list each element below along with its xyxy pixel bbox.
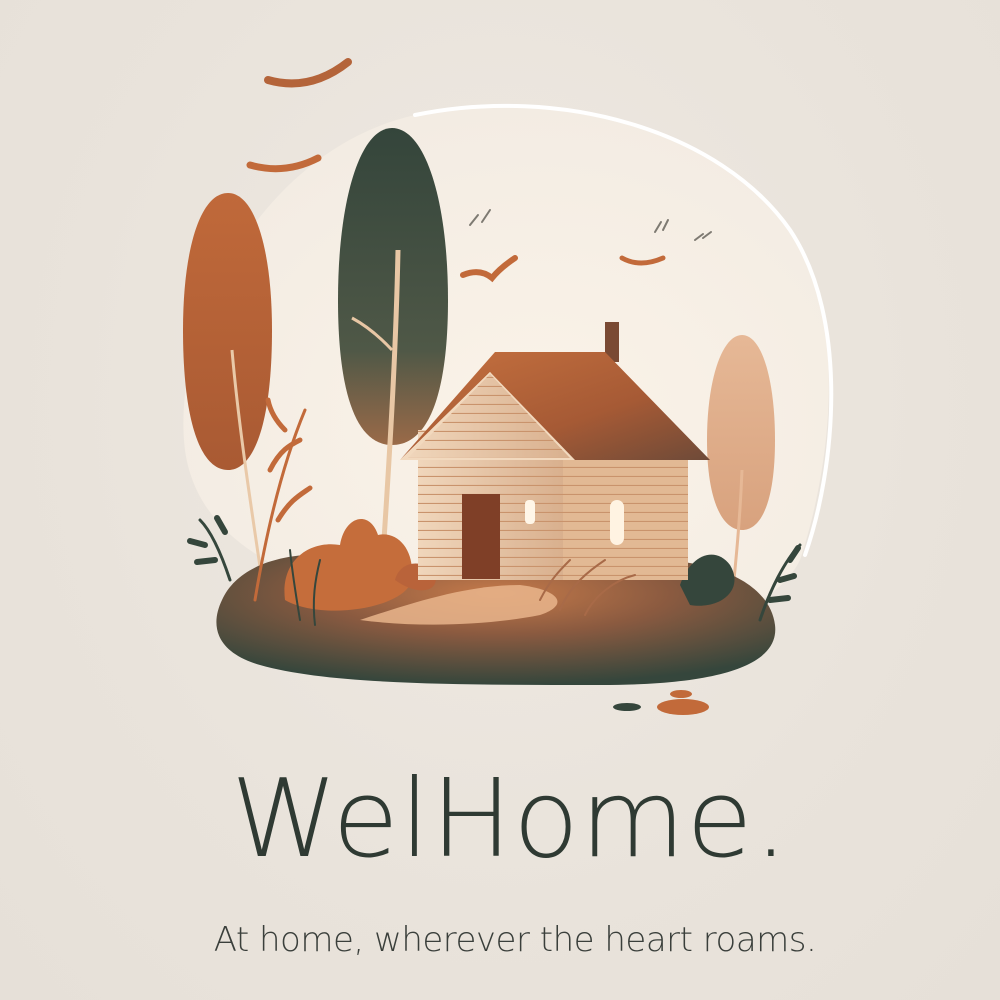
- pebbles: [613, 690, 709, 715]
- brand-name: WelHome.: [230, 757, 790, 882]
- window-front: [525, 500, 535, 524]
- logo-poster: WelHome. At home, wherever the heart roa…: [0, 0, 1000, 1000]
- window-side: [610, 500, 624, 545]
- door: [462, 494, 500, 579]
- brand-tagline: At home, wherever the heart roams.: [213, 920, 817, 960]
